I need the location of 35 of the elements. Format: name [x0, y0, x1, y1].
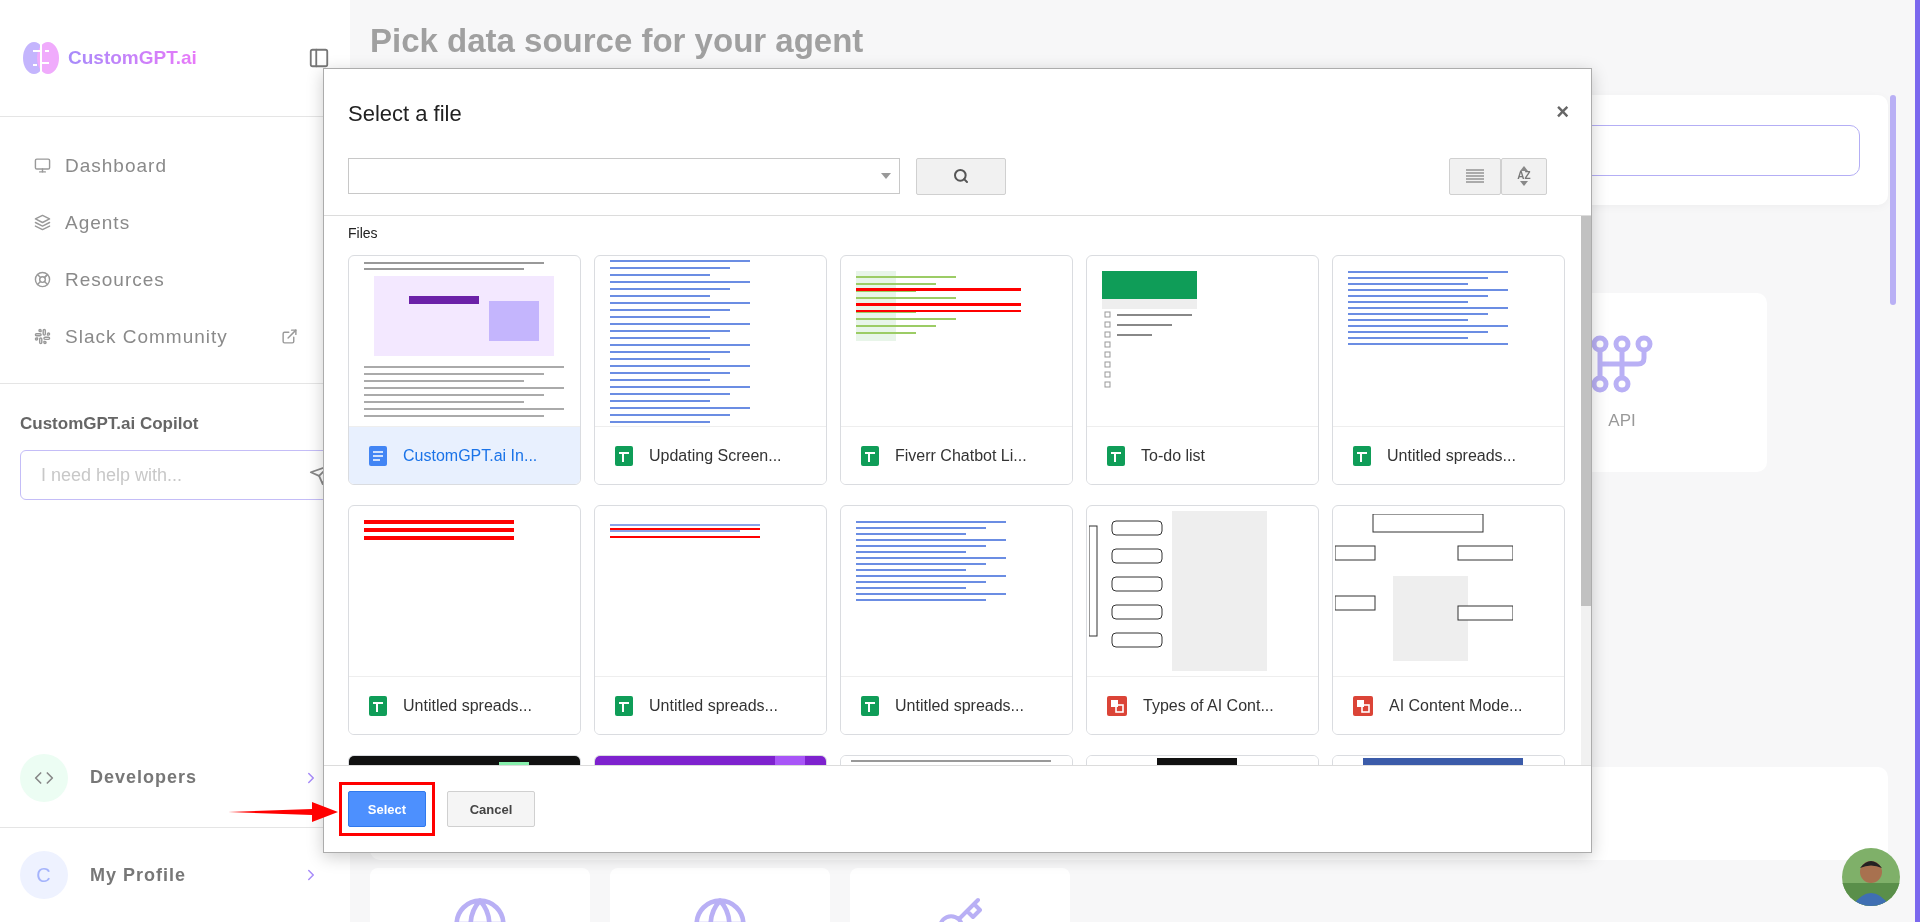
nav-item[interactable]: Agents	[0, 194, 350, 251]
nav-item[interactable]: Resources	[0, 251, 350, 308]
file-card[interactable]: Types of AI Cont...	[1086, 505, 1319, 735]
file-name: Updating Screen...	[649, 446, 782, 465]
section-label: Files	[348, 225, 379, 241]
source-label: API	[1608, 410, 1636, 431]
file-card[interactable]: CustomGPT.ai In...	[348, 255, 581, 485]
file-card[interactable]: Updating Screen...	[594, 255, 827, 485]
file-name: Fiverr Chatbot Li...	[895, 446, 1027, 465]
close-button[interactable]: ×	[1556, 99, 1569, 131]
file-name: Untitled spreads...	[895, 696, 1024, 715]
file-name: Untitled spreads...	[403, 696, 532, 715]
profile-label: My Profile	[90, 864, 187, 886]
file-name: AI Content Mode...	[1389, 696, 1523, 715]
file-name: To-do list	[1141, 446, 1206, 465]
file-card[interactable]: Untitled spreads...	[594, 505, 827, 735]
file-card[interactable]: Untitled spreads...	[840, 505, 1073, 735]
file-name: CustomGPT.ai In...	[403, 446, 538, 465]
file-card[interactable]: Untitled spreads...	[348, 505, 581, 735]
file-card[interactable]: Untitled spreads...	[1332, 255, 1565, 485]
profile-avatar: C	[20, 851, 68, 899]
cancel-button[interactable]: Cancel	[447, 791, 535, 827]
file-card[interactable]: To-do list	[1086, 255, 1319, 485]
select-button[interactable]: Select	[348, 791, 426, 827]
nav-item[interactable]: Slack Community	[0, 308, 350, 365]
file-name: Types of AI Cont...	[1143, 696, 1274, 715]
page-title: Pick data source for your agent	[370, 22, 865, 61]
nav-item[interactable]: Dashboard	[0, 137, 350, 194]
copilot-title: CustomGPT.ai Copilot	[19, 413, 200, 435]
file-card[interactable]: AI Content Mode...	[1332, 505, 1565, 735]
profile-link[interactable]: C My Profile	[0, 828, 350, 922]
dialog-title: Select a file	[348, 101, 462, 128]
file-card[interactable]: Fiverr Chatbot Li...	[840, 255, 1073, 485]
sort-button[interactable]: AZ	[1501, 157, 1547, 195]
file-name: Untitled spreads...	[649, 696, 778, 715]
